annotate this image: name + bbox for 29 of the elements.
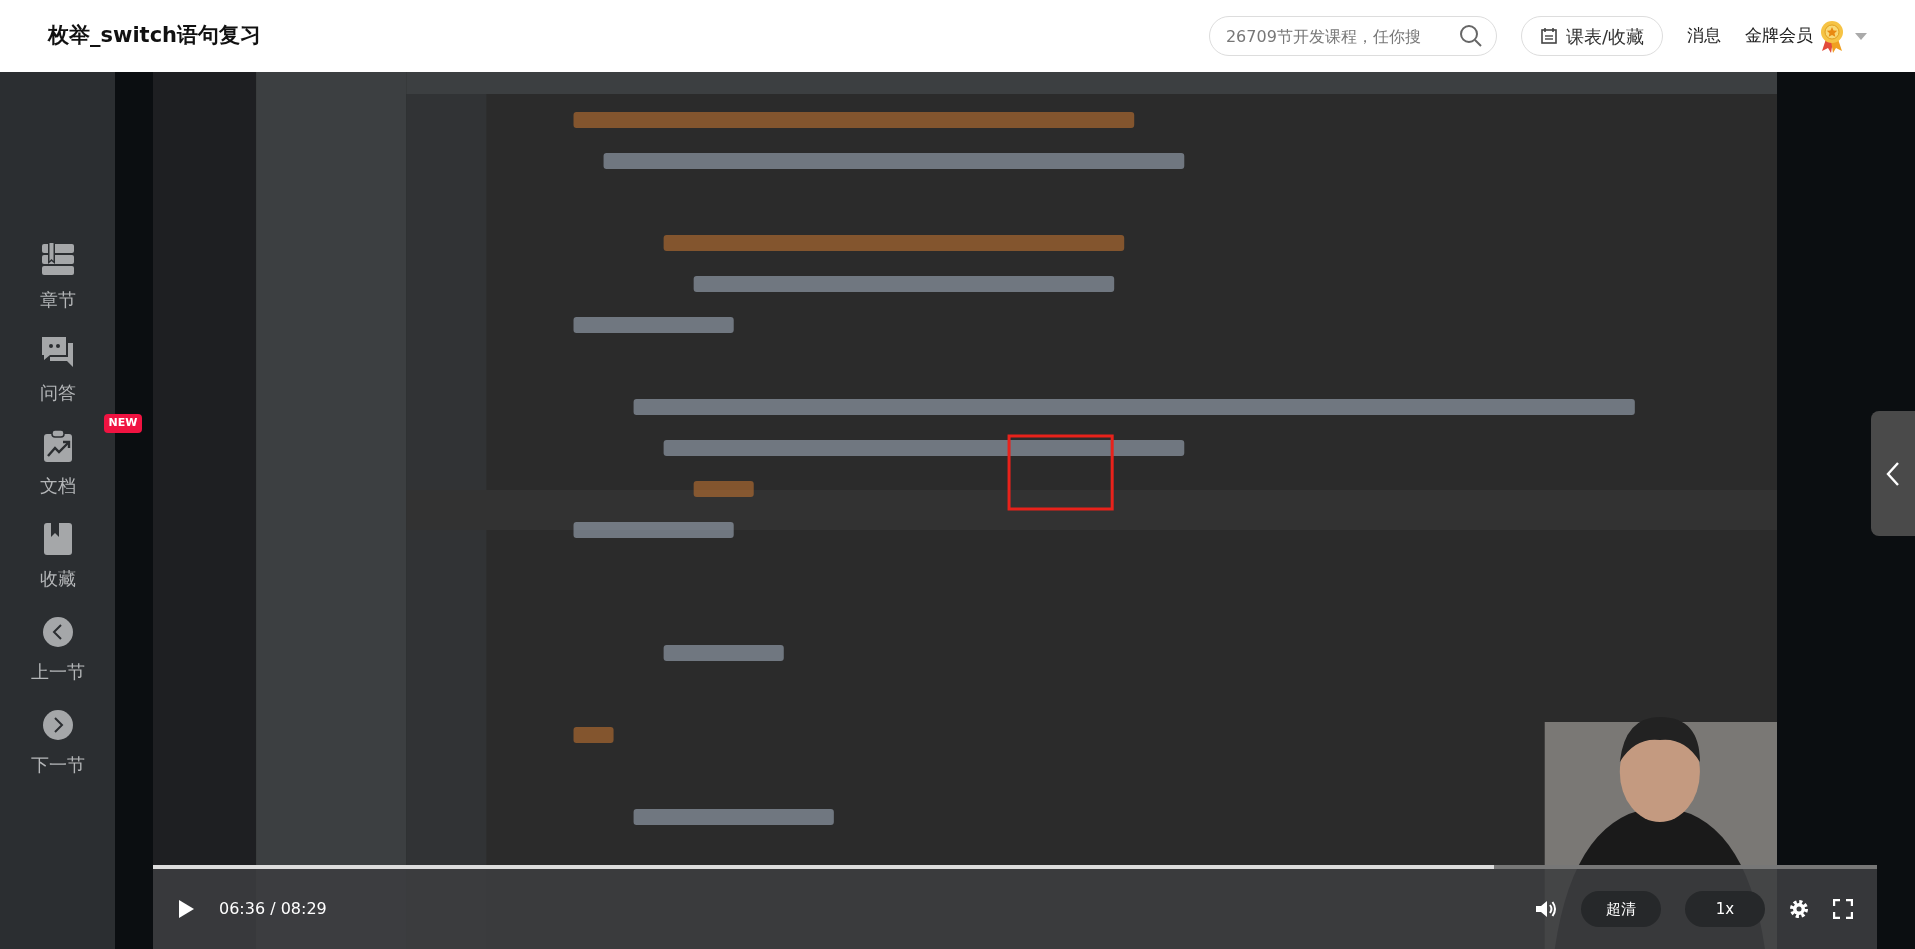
- play-button[interactable]: [177, 899, 195, 919]
- fullscreen-button[interactable]: [1833, 899, 1853, 919]
- sidebar-item[interactable]: 上一节: [30, 614, 85, 685]
- progress-track[interactable]: [153, 865, 1877, 869]
- chevron-left-icon: [1886, 460, 1900, 487]
- settings-icon: [1789, 899, 1809, 919]
- collapse-handle[interactable]: [1871, 411, 1915, 536]
- sidebar-item[interactable]: 章节: [39, 242, 76, 313]
- speed-button[interactable]: 1x: [1685, 891, 1765, 927]
- member-label: 金牌会员: [1745, 24, 1813, 48]
- caret-icon: [1855, 32, 1867, 41]
- new-badge: NEW: [103, 414, 143, 433]
- search-icon: [1458, 24, 1483, 48]
- sidebar-item[interactable]: 收藏: [39, 521, 76, 592]
- messages-link[interactable]: 消息: [1687, 23, 1721, 49]
- volume-icon: [1535, 899, 1557, 919]
- schedule-button[interactable]: 课表/收藏: [1520, 16, 1663, 56]
- book-stack-icon: [39, 242, 76, 278]
- volume-button[interactable]: [1535, 899, 1557, 919]
- time-display: 06:36 / 08:29: [219, 898, 327, 920]
- sidebar-item[interactable]: 下一节: [30, 707, 85, 778]
- fullscreen-icon: [1833, 899, 1853, 919]
- calendar-icon: [1539, 27, 1558, 45]
- sidebar-item[interactable]: 问答: [39, 335, 76, 406]
- quality-button[interactable]: 超清: [1581, 891, 1661, 927]
- search-field[interactable]: 26709节开发课程，任你搜: [1208, 16, 1497, 56]
- play-icon: [177, 899, 195, 919]
- page-title: 枚举_switch语句复习: [48, 22, 262, 50]
- settings-button[interactable]: [1789, 899, 1809, 919]
